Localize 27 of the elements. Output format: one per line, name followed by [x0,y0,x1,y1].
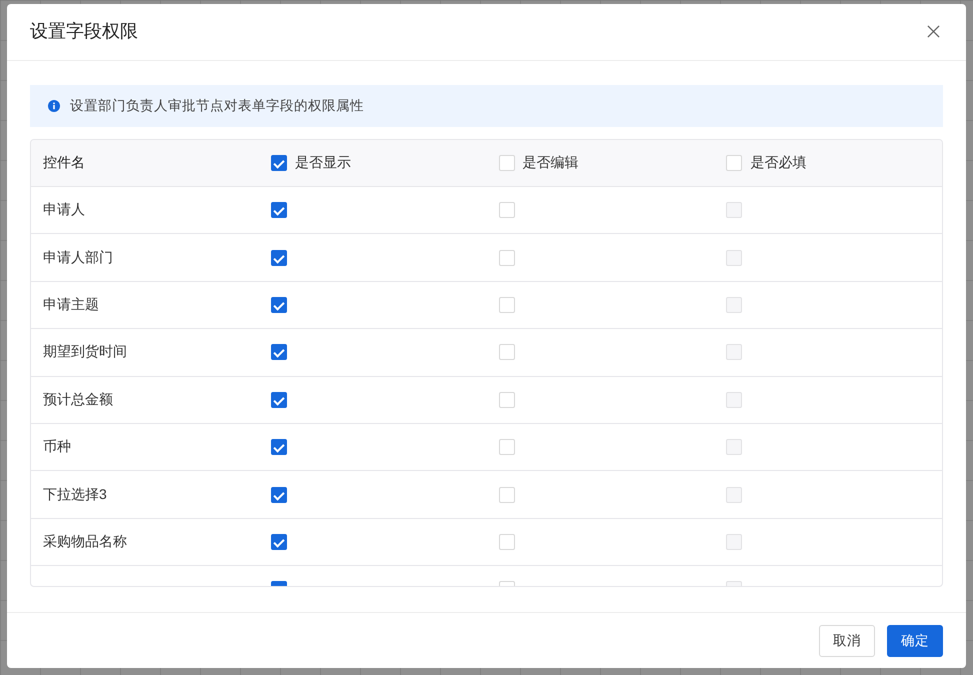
field-name: 采购物品名称 [43,532,127,551]
cancel-button[interactable]: 取消 [819,625,875,657]
checkbox[interactable] [270,439,287,456]
column-header: 是否编辑 [522,154,578,172]
checkbox[interactable] [270,344,287,360]
info-icon [48,100,60,112]
checkbox[interactable] [270,392,287,408]
checkbox[interactable] [270,250,287,266]
column-header: 是否必填 [750,154,806,172]
checkbox[interactable] [270,296,287,313]
field-name: 预计总金额 [43,390,113,409]
field-name: 申请人部门 [43,248,113,267]
checkbox[interactable] [270,202,287,218]
confirm-button[interactable]: 确定 [887,625,943,657]
field-name: 申请主题 [43,296,99,314]
alert-message: 设置部门负责人审批节点对表单字段的权限属性 [70,97,364,115]
field-name: 期望到货时间 [43,343,127,362]
field-name: 申请人 [43,201,85,220]
column-header: 是否显示 [294,154,351,172]
field-name: 下拉选择3 [43,486,107,504]
checkbox[interactable] [270,155,287,171]
checkbox[interactable] [270,534,287,550]
close-icon[interactable] [927,24,940,38]
field-name: 币种 [43,438,71,456]
column-header: 控件名 [43,154,85,172]
dialog-title: 设置字段权限 [30,20,138,43]
checkbox[interactable] [270,486,287,503]
